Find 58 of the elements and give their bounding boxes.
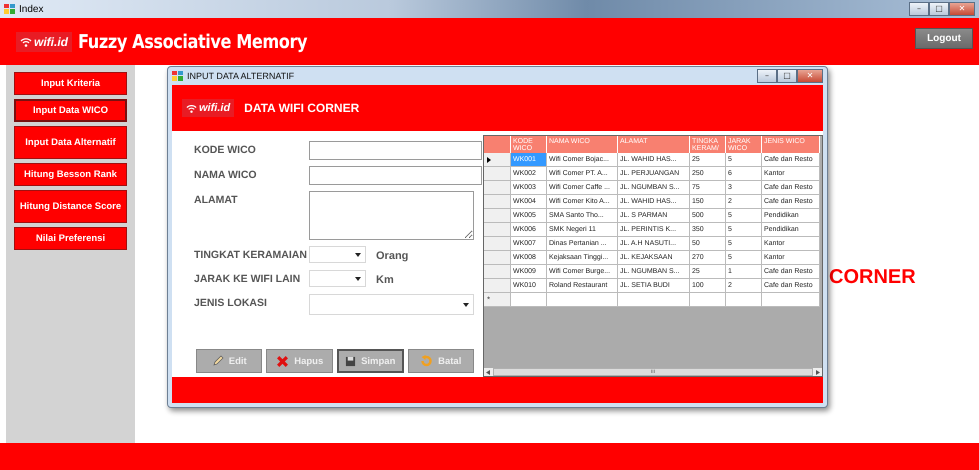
field-label: KODE WICO [194, 143, 257, 156]
form-icon [172, 71, 183, 81]
table-cell [618, 293, 690, 307]
wifi-icon [186, 102, 197, 114]
table-cell [547, 293, 618, 307]
dropdown-field[interactable] [309, 246, 366, 263]
banner-title: DATA WIFI CORNER [244, 101, 360, 115]
field-label: JENIS LOKASI [194, 296, 268, 309]
unit-label: Orang [376, 249, 408, 262]
pencil-icon [212, 355, 224, 367]
field-label: ALAMAT [194, 193, 239, 206]
field-label: NAMA WICO [194, 168, 258, 181]
maximize-button[interactable]: □ [929, 2, 949, 16]
menu-button[interactable]: Input Kriteria [14, 72, 127, 95]
close-button[interactable]: ✕ [797, 69, 823, 83]
floppy-icon [345, 356, 356, 366]
delete-icon [276, 354, 290, 368]
text-field[interactable] [309, 166, 482, 185]
dropdown-field[interactable] [309, 270, 366, 287]
header-corner [484, 136, 511, 153]
wifi-icon [20, 36, 32, 48]
unit-label: Km [376, 273, 394, 286]
table-cell [726, 293, 762, 307]
table-cell [511, 293, 547, 307]
background-heading: CORNER [829, 266, 916, 289]
logout-button[interactable]: Logout [915, 28, 973, 49]
current-row-icon [487, 156, 491, 162]
maximize-button[interactable]: □ [777, 69, 797, 83]
menu-button[interactable]: Input Data Alternatif [14, 126, 127, 159]
caret-icon [355, 252, 361, 256]
minimize-button[interactable]: – [757, 69, 777, 83]
app-icon [4, 4, 15, 14]
field-label: TINGKAT KERAMAIAN [194, 248, 308, 261]
menu-button[interactable]: Hitung Distance Score [14, 190, 127, 223]
text-field[interactable] [309, 141, 482, 160]
new-row-marker: * [487, 294, 490, 306]
caret-icon [463, 302, 469, 306]
scroll-right-icon [816, 370, 820, 374]
dropdown-field[interactable] [309, 294, 474, 315]
close-button[interactable]: ✕ [949, 2, 975, 16]
minimize-button[interactable]: – [909, 2, 929, 16]
table-cell [690, 293, 726, 307]
table-cell [762, 293, 820, 307]
menu-button[interactable]: Hitung Besson Rank [14, 163, 127, 186]
undo-icon [420, 355, 434, 367]
field-label: JARAK KE WIFI LAIN [194, 272, 302, 285]
menu-button[interactable]: Input Data WICO [14, 99, 127, 122]
scroll-left-icon [486, 370, 490, 374]
window-title: Index [19, 4, 44, 14]
menu-button[interactable]: Nilai Preferensi [14, 227, 127, 250]
row-header[interactable] [484, 153, 511, 167]
wifi-logo: wifi.id [16, 32, 72, 52]
row-header[interactable]: * [484, 293, 511, 307]
address-field[interactable] [309, 191, 474, 240]
caret-icon [355, 276, 361, 280]
window-title: INPUT DATA ALTERNATIF [187, 71, 294, 81]
app-title: Fuzzy Associative Memory [78, 30, 308, 52]
wifi-logo: wifi.id [182, 99, 234, 117]
